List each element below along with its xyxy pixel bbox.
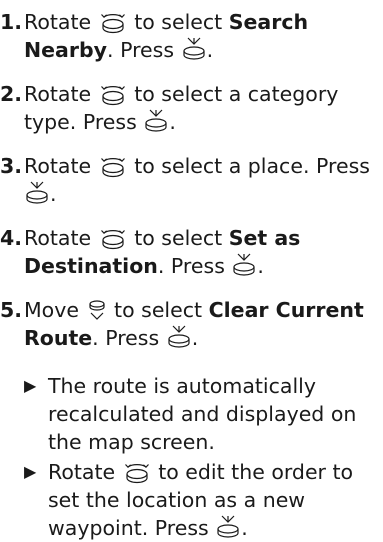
step-1: 1. Rotate to select Search Nearby. Press…: [0, 8, 383, 64]
step-2: 2. Rotate to select a category type. Pre…: [0, 80, 383, 136]
press-knob-icon: [231, 252, 257, 278]
step-number: 5.: [0, 298, 23, 322]
triangle-bullet-icon: ▶: [24, 462, 37, 481]
triangle-bullet-icon: ▶: [24, 376, 37, 395]
instruction-page: 1. Rotate to select Search Nearby. Press…: [0, 0, 383, 540]
step-text: Move to select Clear Current Route. Pres…: [24, 296, 364, 350]
step-5: 5. Move to select Clear Current Route. P…: [0, 296, 383, 352]
step-4: 4. Rotate to select Set as Destination. …: [0, 224, 383, 280]
press-knob-icon: [166, 324, 192, 350]
press-knob-icon: [181, 36, 207, 62]
step-number: 3.: [0, 154, 23, 178]
move-knob-icon: [86, 296, 108, 322]
step-3: 3. Rotate to select a place. Press .: [0, 152, 383, 208]
note-2: ▶ Rotate to edit the order to set the lo…: [24, 458, 378, 542]
step-text: Rotate to select a category type. Press …: [24, 82, 339, 134]
press-knob-icon: [24, 180, 50, 206]
rotate-knob-icon: [98, 10, 128, 34]
rotate-knob-icon: [122, 460, 152, 484]
step-number: 1.: [0, 10, 23, 34]
press-knob-icon: [215, 514, 241, 540]
note-1: ▶ The route is automatically recalculate…: [24, 372, 378, 456]
rotate-knob-icon: [98, 82, 128, 106]
step-text: Rotate to select Set as Destination. Pre…: [24, 226, 301, 278]
press-knob-icon: [143, 108, 169, 134]
step-number: 2.: [0, 82, 23, 106]
rotate-knob-icon: [98, 226, 128, 250]
step-text: Rotate to select Search Nearby. Press .: [24, 10, 309, 62]
note-text: The route is automatically recalculated …: [48, 374, 357, 454]
note-text: Rotate to edit the order to set the loca…: [48, 460, 354, 540]
rotate-knob-icon: [98, 154, 128, 178]
step-number: 4.: [0, 226, 23, 250]
step-text: Rotate to select a place. Press .: [24, 154, 370, 206]
